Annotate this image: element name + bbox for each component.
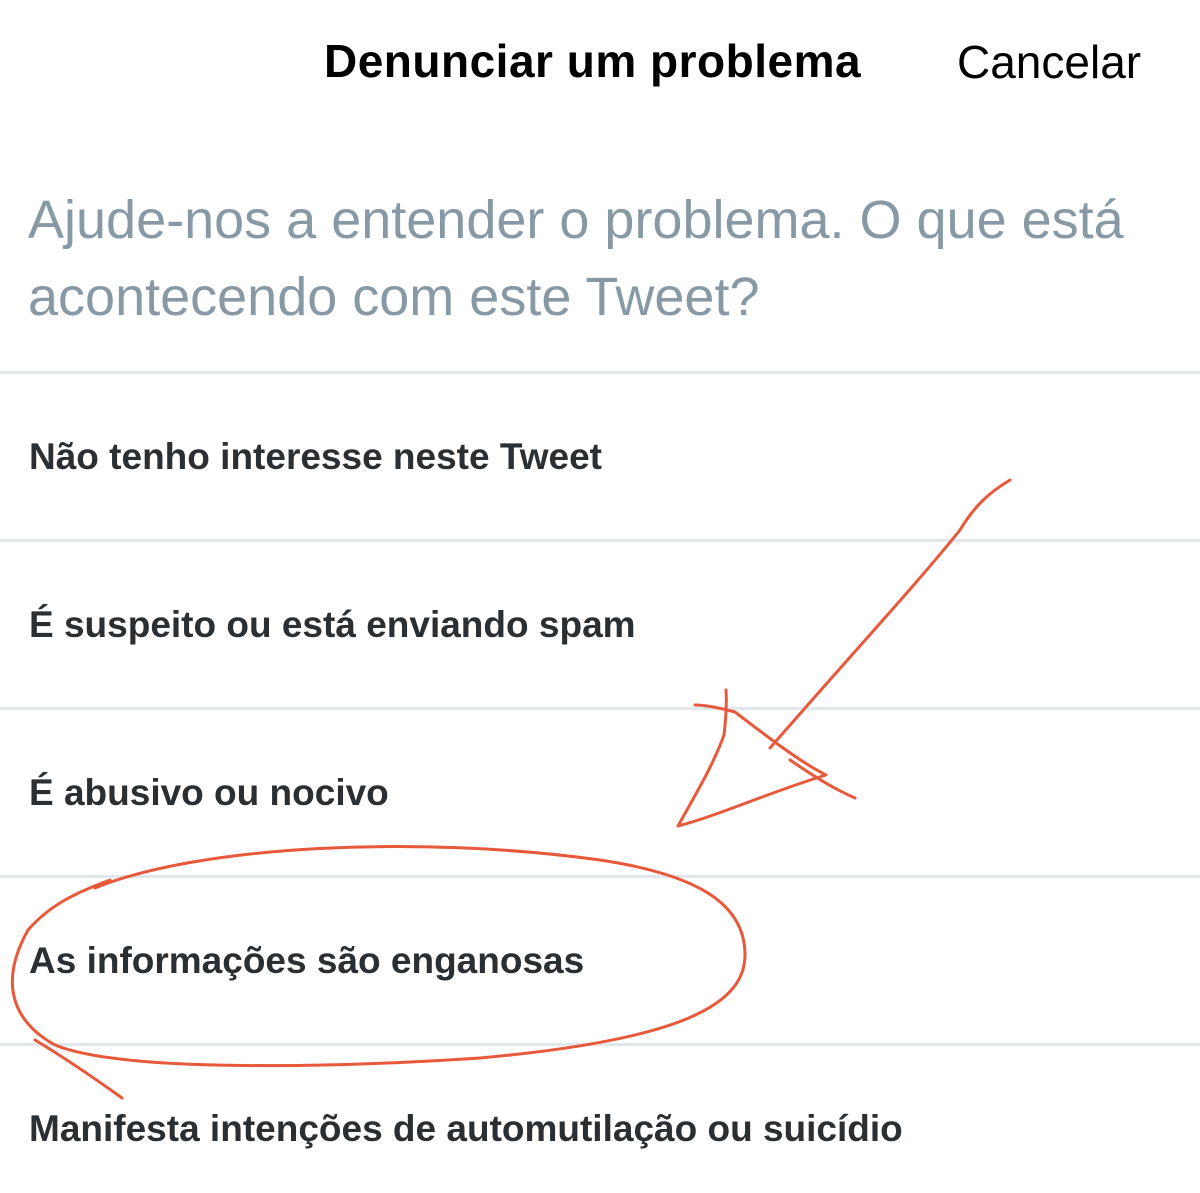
navigation-header: Denunciar um problema Cancelar [0, 0, 1200, 125]
report-options-list: Não tenho interesse neste Tweet É suspei… [0, 371, 1200, 1193]
option-label: As informações são enganosas [29, 939, 585, 981]
option-suspicious-spam[interactable]: É suspeito ou está enviando spam [0, 542, 1200, 707]
option-label: Não tenho interesse neste Tweet [29, 435, 602, 477]
option-not-interested[interactable]: Não tenho interesse neste Tweet [0, 374, 1200, 539]
option-label: É abusivo ou nocivo [29, 771, 389, 813]
option-label: É suspeito ou está enviando spam [29, 603, 636, 645]
option-misleading-information[interactable]: As informações são enganosas [0, 878, 1200, 1043]
option-label: Manifesta intenções de automutilação ou … [29, 1107, 903, 1149]
option-self-harm[interactable]: Manifesta intenções de automutilação ou … [0, 1046, 1200, 1193]
report-prompt: Ajude-nos a entender o problema. O que e… [28, 190, 1124, 327]
page-title: Denunciar um problema [324, 35, 862, 87]
cancel-button[interactable]: Cancelar [957, 35, 1141, 89]
option-abusive-harmful[interactable]: É abusivo ou nocivo [0, 710, 1200, 875]
